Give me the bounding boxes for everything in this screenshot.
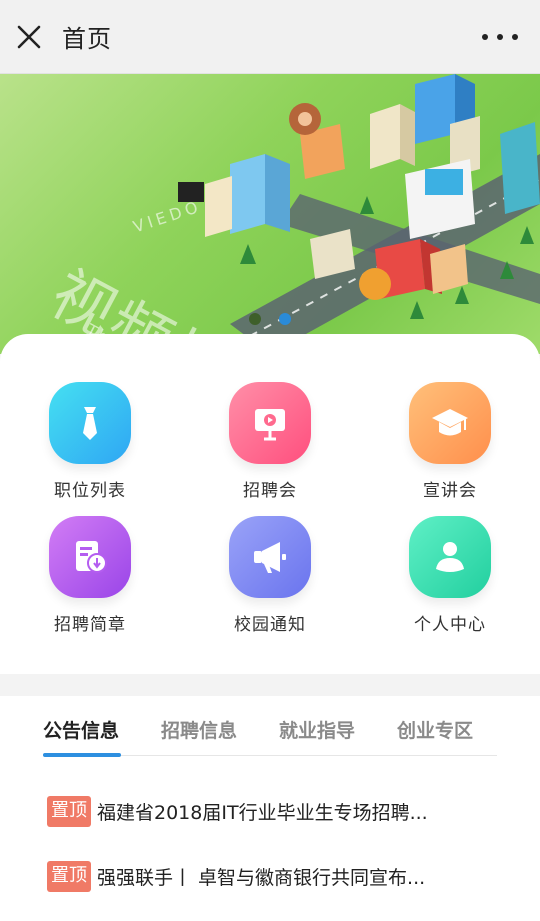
pinned-badge: 置顶 — [47, 860, 91, 892]
news-section: 公告信息 招聘信息 就业指导 创业专区 置顶 福建省2018届IT行业毕业生专场… — [0, 696, 540, 921]
feature-grid: 职位列表 招聘会 宣讲会 招聘简章 校园通知 个人中心 — [0, 334, 540, 674]
graduation-cap-icon — [432, 409, 468, 436]
more-dots-icon — [482, 34, 488, 40]
grid-label: 宣讲会 — [423, 481, 477, 501]
grid-item-personal-center[interactable]: 个人中心 — [360, 516, 540, 636]
news-title: 强强联手丨 卓智与徽商银行共同宣布... — [97, 866, 426, 889]
carousel-dot-2[interactable] — [279, 313, 291, 325]
grid-label: 个人中心 — [414, 615, 486, 635]
grid-item-seminar[interactable]: 宣讲会 — [360, 382, 540, 502]
news-item[interactable]: 置顶 强强联手丨 卓智与徽商银行共同宣布... — [47, 859, 497, 893]
pinned-badge: 置顶 — [47, 795, 91, 827]
news-item[interactable]: 置顶 福建省2018届IT行业毕业生专场招聘... — [47, 794, 497, 828]
more-options-button[interactable] — [482, 34, 518, 42]
document-badge-icon — [76, 541, 107, 573]
carousel-indicator — [249, 313, 291, 325]
close-icon — [17, 25, 41, 49]
grid-label: 职位列表 — [54, 481, 126, 501]
close-button[interactable] — [14, 22, 44, 52]
tab-career-guidance[interactable]: 就业指导 — [279, 716, 355, 743]
presentation-board-icon — [255, 409, 285, 441]
news-title: 福建省2018届IT行业毕业生专场招聘... — [97, 801, 428, 824]
grid-label: 招聘会 — [243, 481, 297, 501]
grid-item-recruitment-brochure[interactable]: 招聘简章 — [0, 516, 180, 636]
news-tabs: 公告信息 招聘信息 就业指导 创业专区 — [43, 716, 497, 757]
megaphone-icon — [254, 542, 286, 573]
tie-icon — [83, 407, 97, 440]
active-tab-indicator — [43, 753, 121, 757]
grid-item-campus-notice[interactable]: 校园通知 — [180, 516, 360, 636]
grid-label: 招聘简章 — [54, 615, 126, 635]
page-title: 首页 — [62, 25, 112, 53]
tab-announcements[interactable]: 公告信息 — [43, 716, 119, 743]
grid-item-job-list[interactable]: 职位列表 — [0, 382, 180, 502]
tab-recruitment-info[interactable]: 招聘信息 — [161, 716, 237, 743]
user-icon — [436, 542, 464, 572]
grid-label: 校园通知 — [234, 615, 306, 635]
banner-carousel[interactable]: VIEDO 视频招聘会 The Jobs Fair — [0, 74, 540, 354]
title-bar: 首页 — [0, 0, 540, 74]
tab-entrepreneurship[interactable]: 创业专区 — [397, 716, 473, 743]
carousel-dot-1[interactable] — [249, 313, 261, 325]
grid-item-job-fair[interactable]: 招聘会 — [180, 382, 360, 502]
